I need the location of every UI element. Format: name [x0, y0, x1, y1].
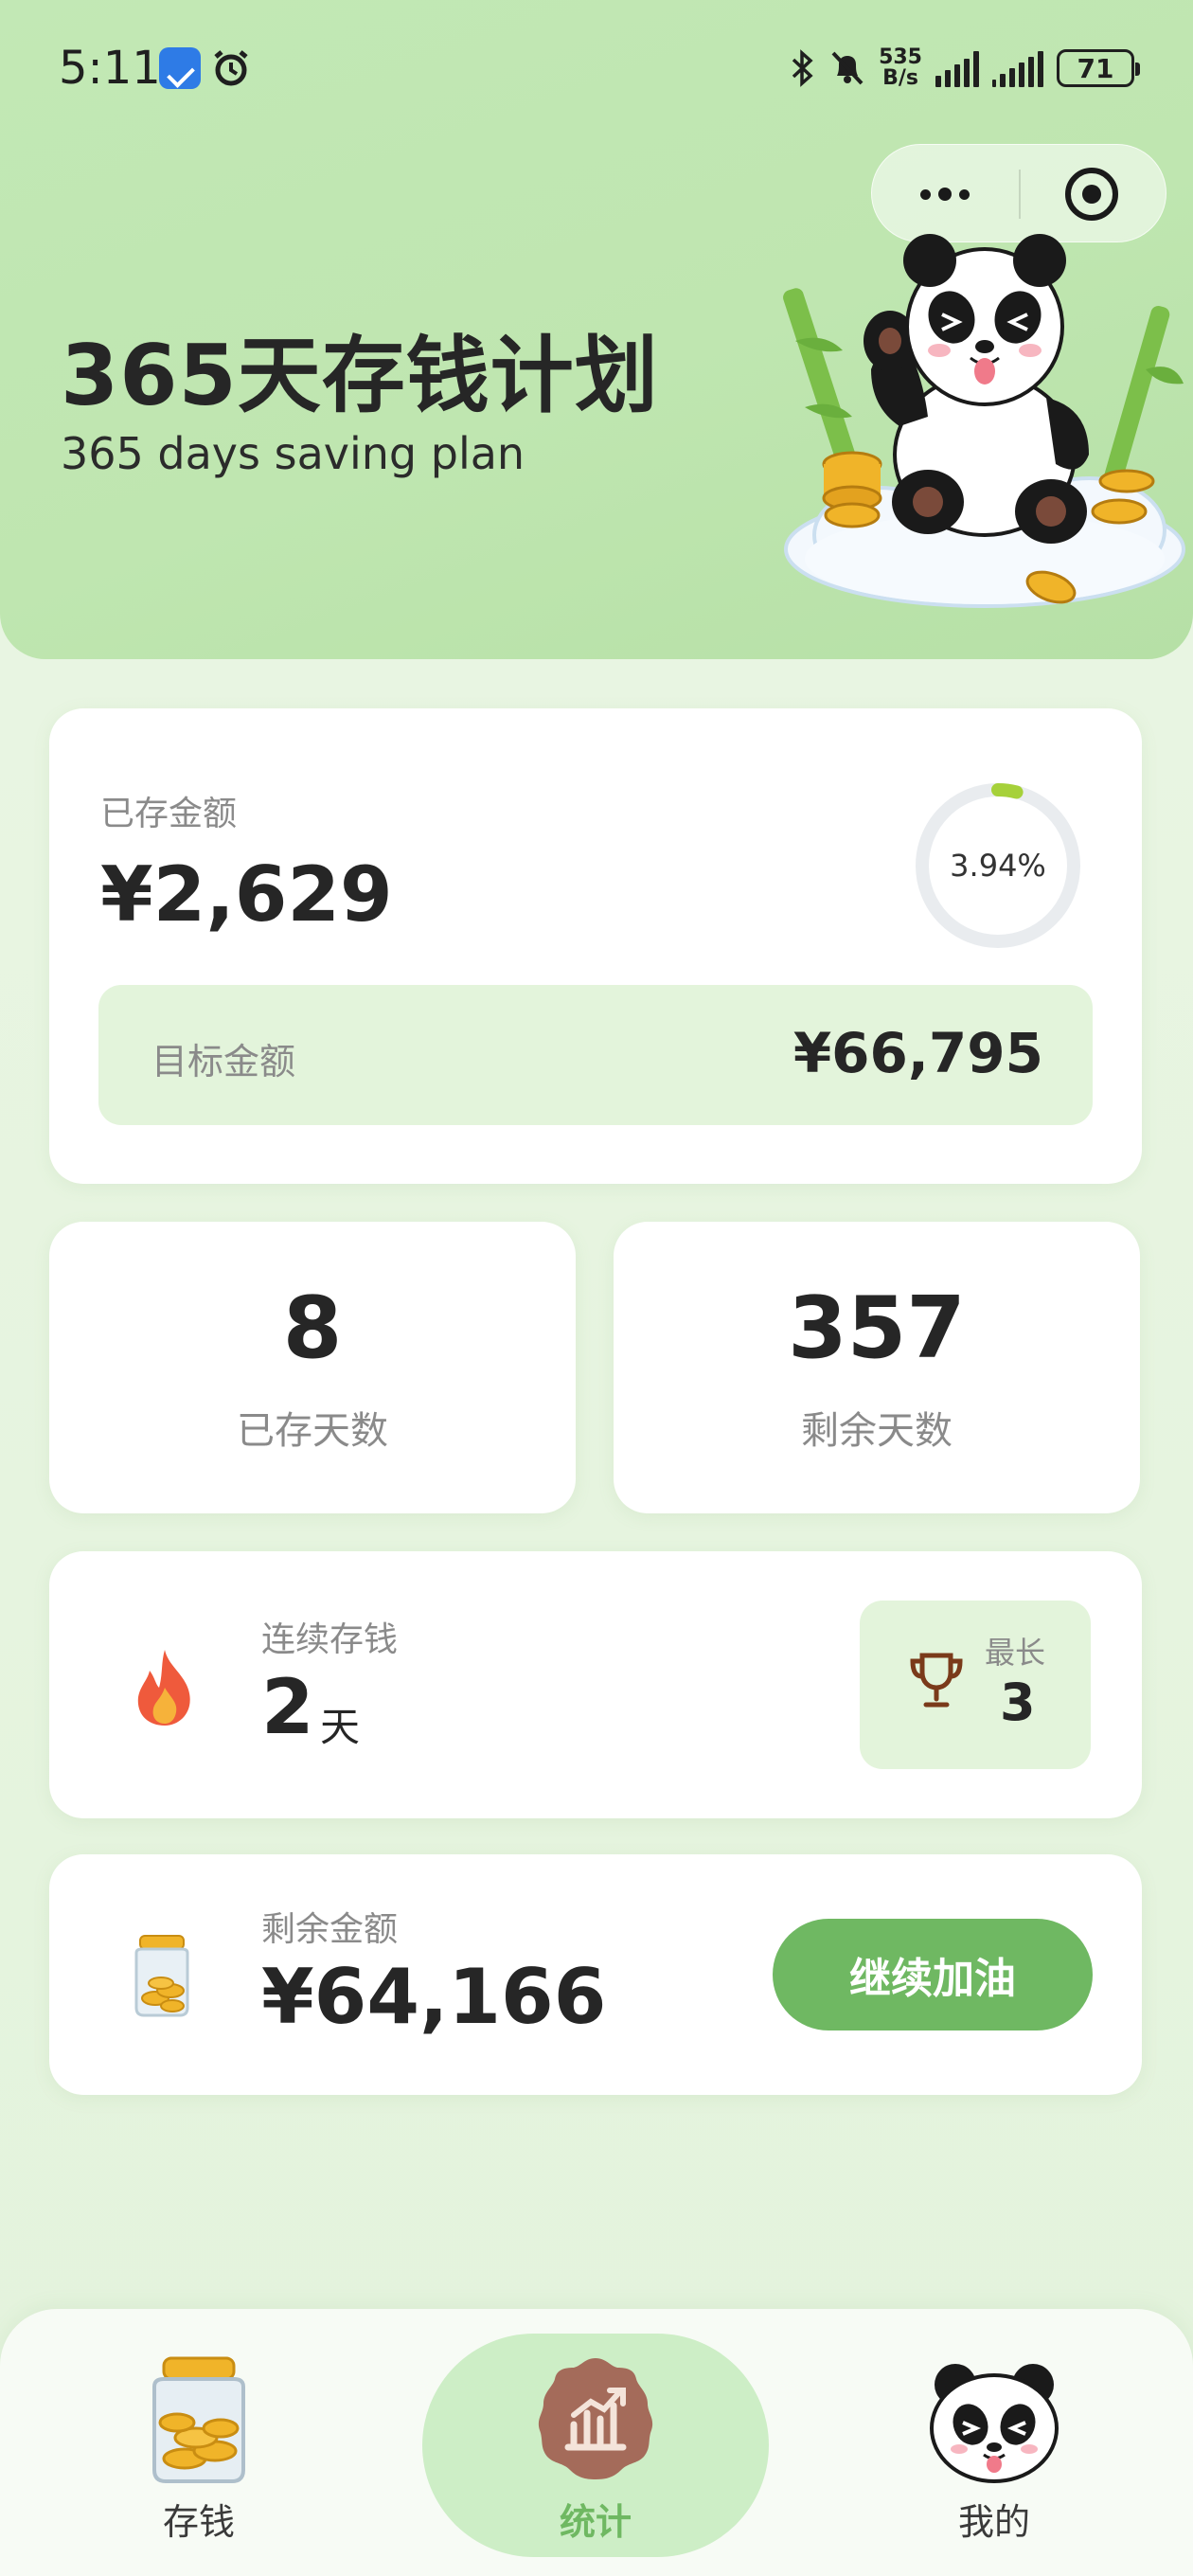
streak-unit: 天 [320, 1704, 361, 1750]
network-speed-unit: B/s [882, 66, 918, 90]
fire-icon [137, 1650, 190, 1726]
saved-days-label: 已存天数 [237, 1409, 388, 1453]
signal-icon [935, 49, 979, 87]
capsule-divider [1019, 170, 1021, 219]
remaining-amount-card: 剩余金额 ¥64,166 继续加油 [49, 1854, 1142, 2095]
tab-stats-label: 统计 [559, 2501, 632, 2543]
header: 5:11 535 B/s 71 365天存钱计划 365 days saving… [0, 0, 1193, 659]
target-amount-row: 目标金额 ¥66,795 [98, 985, 1093, 1125]
target-amount-value: ¥66,795 [792, 1021, 1043, 1085]
saved-amount-value: ¥2,629 [100, 850, 393, 939]
best-streak-value: 3 [1000, 1673, 1036, 1732]
target-amount-label: 目标金额 [151, 1041, 296, 1082]
trophy-icon [910, 1653, 963, 1708]
coin-jar-icon [152, 2356, 245, 2483]
app-notification-icon [159, 47, 201, 89]
tab-stats[interactable]: 统计 [422, 2309, 769, 2576]
coin-jar-icon [134, 1935, 189, 2017]
tab-save-label: 存钱 [162, 2501, 235, 2543]
page-subtitle: 365 days saving plan [61, 428, 525, 479]
network-speed: 535 B/s [879, 47, 922, 89]
remaining-days-value: 357 [788, 1279, 966, 1378]
remaining-amount-label: 剩余金额 [261, 1910, 399, 1949]
saved-days-value: 8 [282, 1279, 343, 1378]
progress-percent: 3.94% [950, 848, 1046, 884]
close-miniprogram-button[interactable] [1065, 168, 1118, 221]
streak-value: 2 [261, 1663, 314, 1751]
keep-going-button[interactable]: 继续加油 [773, 1919, 1093, 2030]
dot-icon [959, 188, 970, 200]
battery-level: 71 [1077, 52, 1114, 84]
saved-days-card: 8 已存天数 [49, 1222, 576, 1513]
network-speed-value: 535 [879, 45, 922, 69]
dot-icon [938, 188, 952, 201]
page-title: 365天存钱计划 [61, 327, 659, 424]
status-indicators: 535 B/s 71 [790, 38, 1140, 98]
remaining-days-label: 剩余天数 [801, 1409, 953, 1453]
status-time: 5:11 [59, 42, 161, 95]
tab-save[interactable]: 存钱 [95, 2309, 303, 2576]
status-bar: 5:11 535 B/s 71 [0, 0, 1193, 133]
tab-mine[interactable]: 我的 [890, 2309, 1098, 2576]
panda-mascot-illustration [783, 234, 1185, 608]
tab-mine-label: 我的 [957, 2501, 1030, 2543]
panda-face-icon [930, 2364, 1059, 2483]
dot-icon [920, 188, 931, 200]
remaining-days-card: 357 剩余天数 [614, 1222, 1140, 1513]
remaining-amount-value: ¥64,166 [261, 1953, 607, 2041]
saved-amount-label: 已存金额 [100, 795, 238, 833]
signal-2-icon [992, 49, 1043, 87]
panda-icon [864, 234, 1089, 544]
battery-icon: 71 [1057, 49, 1140, 87]
saved-amount-card: 已存金额 ¥2,629 3.94% 目标金额 ¥66,795 [49, 708, 1142, 1184]
alarm-icon [214, 50, 248, 86]
bell-muted-icon [831, 51, 864, 85]
bottom-tab-bar: 存钱 统计 我的 [0, 2309, 1193, 2576]
stats-chart-icon [538, 2358, 653, 2479]
best-streak-label: 最长 [985, 1635, 1046, 1671]
streak-card: 连续存钱 2 天 最长 3 [49, 1551, 1142, 1818]
streak-label: 连续存钱 [261, 1620, 399, 1659]
best-streak-box: 最长 3 [860, 1601, 1091, 1769]
bluetooth-icon [792, 49, 813, 87]
